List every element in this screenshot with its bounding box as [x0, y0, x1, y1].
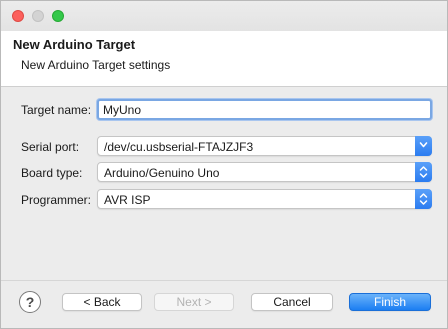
minimize-window-button[interactable]	[32, 10, 44, 22]
up-down-chevron-icon	[415, 189, 432, 209]
board-type-value: Arduino/Genuino Uno	[104, 166, 220, 180]
wizard-header: New Arduino Target New Arduino Target se…	[1, 31, 447, 87]
next-button[interactable]: Next >	[154, 293, 234, 311]
close-window-button[interactable]	[12, 10, 24, 22]
cancel-button[interactable]: Cancel	[251, 293, 333, 311]
finish-button[interactable]: Finish	[349, 293, 431, 311]
programmer-label: Programmer:	[21, 193, 92, 207]
serial-port-label: Serial port:	[21, 140, 80, 154]
footer-divider	[1, 280, 447, 281]
maximize-window-button[interactable]	[52, 10, 64, 22]
target-name-label: Target name:	[21, 103, 92, 117]
programmer-value: AVR ISP	[104, 193, 151, 207]
board-type-select[interactable]: Arduino/Genuino Uno	[97, 162, 432, 182]
target-name-input[interactable]	[97, 99, 432, 120]
help-icon[interactable]: ?	[19, 291, 41, 313]
title-bar	[1, 1, 447, 32]
back-button[interactable]: < Back	[62, 293, 142, 311]
new-arduino-target-dialog: New Arduino Target New Arduino Target se…	[0, 0, 448, 329]
board-type-label: Board type:	[21, 166, 83, 180]
serial-port-value: /dev/cu.usbserial-FTAJZJF3	[104, 140, 254, 154]
programmer-select[interactable]: AVR ISP	[97, 189, 432, 209]
serial-port-select[interactable]: /dev/cu.usbserial-FTAJZJF3	[97, 136, 432, 156]
chevron-down-icon	[415, 136, 432, 156]
up-down-chevron-icon	[415, 162, 432, 182]
page-description: New Arduino Target settings	[21, 58, 171, 72]
page-title: New Arduino Target	[13, 37, 136, 52]
